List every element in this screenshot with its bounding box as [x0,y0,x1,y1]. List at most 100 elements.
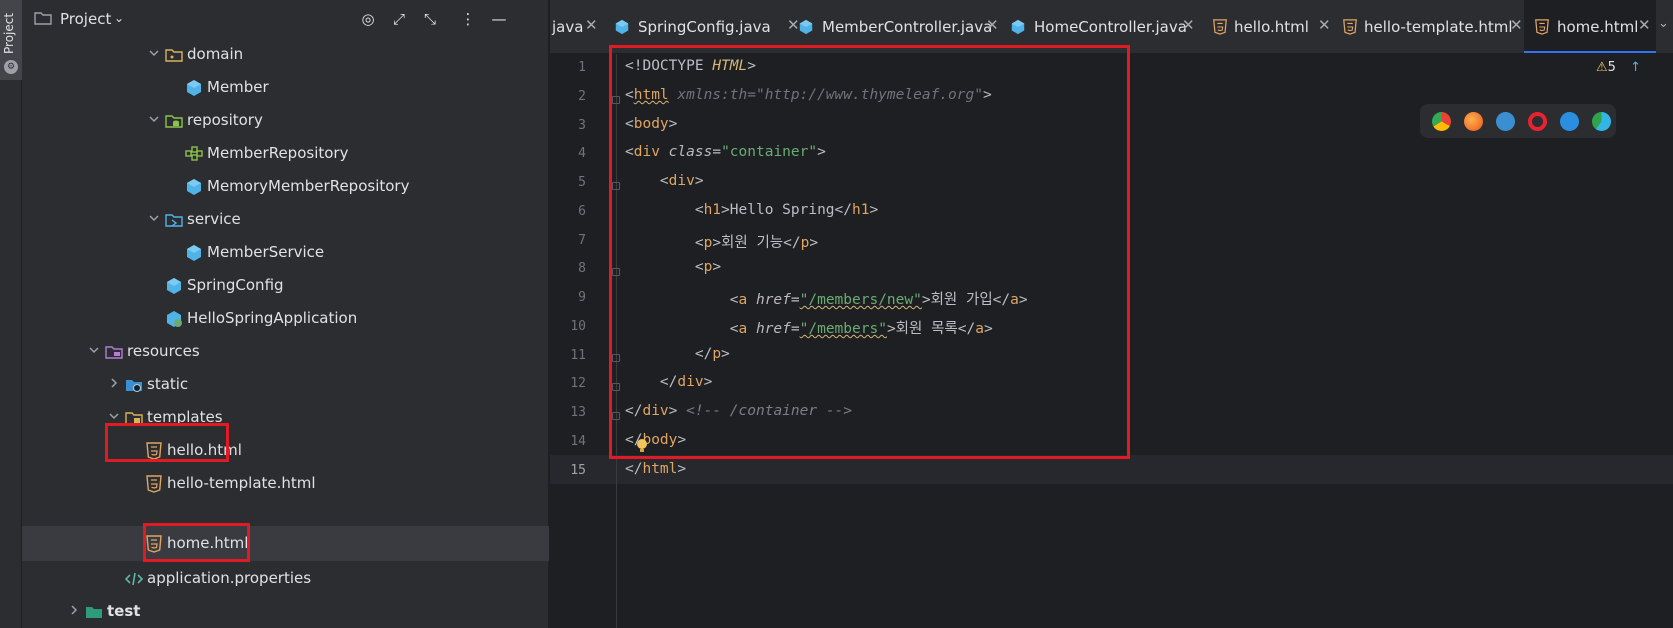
tab-label: hello.html [1234,18,1309,36]
tab-java[interactable]: java ✕ [550,0,600,53]
line-number: 3 [578,118,586,133]
tree-item-memberrepository[interactable]: MemberRepository [22,136,549,171]
chevron-right-icon[interactable] [67,603,81,617]
chevron-down-icon[interactable] [87,343,101,357]
tab-label: SpringConfig.java [638,18,771,36]
tree-item-hello-html[interactable]: hello.html [22,433,549,468]
edge-icon[interactable] [1592,112,1611,131]
tree-item-hello-template-html[interactable]: hello-template.html [22,466,549,501]
tree-item-label: HelloSpringApplication [187,309,358,327]
chrome-icon[interactable] [1432,112,1451,131]
class-icon [1011,19,1025,35]
html5-icon [1535,19,1549,35]
tree-item-label: SpringConfig [187,276,284,294]
tree-item-label: service [187,210,241,228]
tree-item-home-html[interactable]: home.html [22,526,549,561]
chevron-down-icon[interactable] [147,46,161,60]
html5-icon [146,475,162,493]
class-icon [799,19,813,35]
tab-label: home.html [1557,18,1639,36]
html5-icon [1213,19,1227,35]
tree-item-domain[interactable]: domain [22,37,549,72]
line-number: 8 [578,261,586,276]
close-icon[interactable]: ✕ [1510,16,1523,34]
tab-label: MemberController.java [822,18,993,36]
tree-item-hellospringapplication[interactable]: HelloSpringApplication [22,301,549,336]
chevron-down-icon[interactable] [147,211,161,225]
tree-item-service[interactable]: service [22,202,549,237]
locate-icon[interactable]: ◎ [357,8,379,30]
tree-item-test[interactable]: test [22,594,549,628]
tree-item-memberservice[interactable]: MemberService [22,235,549,270]
code-line-15: </html> [625,461,687,477]
interface-icon [185,146,203,161]
tree-item-label: repository [187,111,263,129]
package-folder-icon [165,49,183,62]
properties-icon [125,572,143,586]
line-number: 12 [570,376,586,391]
structure-icon[interactable]: ⚙ [4,60,18,74]
highlight-box-code [609,45,1130,459]
line-number: 5 [578,175,586,190]
chevron-down-icon[interactable]: ⌄ [114,11,124,25]
project-panel-header: Project ⌄ ◎ ⤢ ⤡ ⋮ — [22,0,549,38]
line-number: 11 [570,348,586,363]
chevron-right-icon[interactable] [107,376,121,390]
opera-icon[interactable] [1528,112,1547,131]
expand-all-icon[interactable]: ⤢ [388,8,410,30]
tree-item-static[interactable]: static [22,367,549,402]
project-view-title[interactable]: Project [60,10,111,28]
tab-hello-template-html[interactable]: hello-template.html ✕ [1340,0,1526,53]
test-folder-icon [86,607,102,618]
line-number: 15 [570,463,586,478]
project-panel: Project ⌄ ◎ ⤢ ⤡ ⋮ — domain Member reposi… [22,0,569,628]
ie-icon[interactable] [1560,112,1579,131]
resources-folder-icon [105,346,123,359]
collapse-all-icon[interactable]: ⤡ [419,8,441,30]
tree-item-member[interactable]: Member [22,70,549,105]
project-tool-button[interactable]: Project ⚙ [0,0,22,80]
class-icon [187,179,201,195]
project-tool-label: Project [2,12,16,54]
tree-item-resources[interactable]: resources [22,334,549,369]
hide-panel-icon[interactable]: — [488,8,510,30]
tree-item-label: domain [187,45,244,63]
tree-item-label: MemberRepository [207,144,349,162]
line-number: 6 [578,204,586,219]
safari-icon[interactable] [1496,112,1515,131]
tree-item-label: MemoryMemberRepository [207,177,410,195]
warning-icon: ⚠ [1596,60,1608,75]
tree-item-label: application.properties [147,569,312,587]
tab-home-html[interactable]: home.html ✕ [1524,0,1656,53]
chevron-down-icon[interactable] [147,112,161,126]
class-icon [615,19,629,35]
tree-item-memorymemberrepository[interactable]: MemoryMemberRepository [22,169,549,204]
arrow-up-icon[interactable]: ↑ [1630,60,1641,75]
chevron-down-icon[interactable] [107,409,121,423]
highlight-box-home-html [143,523,250,562]
tree-item-templates[interactable]: templates [22,400,549,435]
tab-overflow-chevron-icon[interactable]: ⌄ [1658,16,1669,31]
tree-item-springconfig[interactable]: SpringConfig [22,268,549,303]
tree-item-repository[interactable]: repository [22,103,549,138]
open-in-browser-toolbar [1420,104,1616,138]
close-icon[interactable]: ✕ [1638,16,1651,34]
close-icon[interactable]: ✕ [585,16,598,34]
code-editor[interactable]: 1 2 3 4 5 6 7 8 9 10 11 12 13 14 15 <!DO… [550,45,1673,628]
service-package-icon [165,214,183,227]
inspection-widget[interactable]: ⚠5 ↑ [1596,60,1641,75]
close-icon[interactable]: ✕ [1182,16,1195,34]
firefox-icon[interactable] [1464,112,1483,131]
tab-hello-html[interactable]: hello.html ✕ [1210,0,1338,53]
class-icon [187,80,201,96]
tree-item-application-properties[interactable]: application.properties [22,561,549,596]
tool-window-strip: Project ⚙ [0,0,22,628]
tree-item-label: hello-template.html [167,474,316,492]
line-number: 14 [570,434,586,449]
more-options-icon[interactable]: ⋮ [457,8,479,30]
line-number: 1 [578,60,586,75]
tree-item-label: resources [127,342,200,360]
close-icon[interactable]: ✕ [1318,16,1331,34]
close-icon[interactable]: ✕ [986,16,999,34]
line-number: 9 [578,290,586,305]
